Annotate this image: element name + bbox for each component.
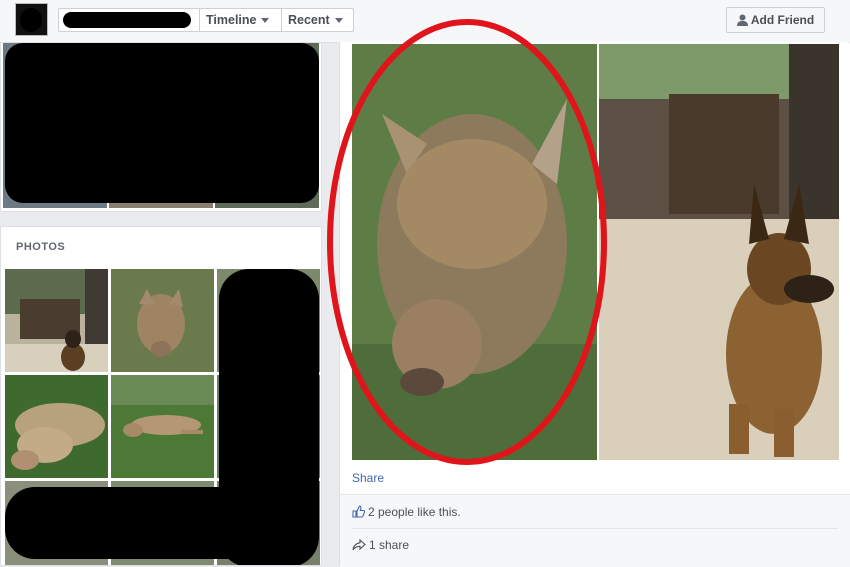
thumbs-up-icon [352, 505, 366, 518]
share-link[interactable]: Share [352, 471, 384, 485]
profile-thumbnail[interactable] [15, 3, 48, 36]
photo-thumbnail[interactable] [111, 375, 214, 478]
name-redaction [63, 12, 191, 28]
photos-redaction [5, 487, 305, 559]
post-photo-dog[interactable] [599, 44, 839, 460]
timeline-label: Timeline [206, 13, 257, 27]
wolf-head-photo [111, 269, 214, 372]
timeline-dropdown[interactable]: Timeline [199, 9, 281, 31]
chevron-down-icon [334, 18, 343, 24]
profile-redaction [20, 8, 42, 32]
person-add-icon [736, 14, 748, 26]
wolf-on-grass-photo [111, 375, 214, 478]
dead-wolf-photo [5, 375, 108, 478]
likes-text: 2 people like this. [368, 505, 461, 519]
add-friend-label: Add Friend [750, 13, 815, 27]
wolf-closeup-image [352, 44, 597, 460]
photo-thumbnail[interactable] [111, 269, 214, 372]
german-shepherd-image [599, 44, 839, 460]
friends-panel [0, 42, 322, 212]
add-friend-button[interactable]: Add Friend [726, 7, 825, 33]
post-photo-wolf[interactable] [352, 44, 597, 460]
dog-yard-photo [5, 269, 108, 372]
recent-label: Recent [288, 13, 330, 27]
photos-panel: PHOTOS [0, 226, 322, 566]
photos-title: PHOTOS [16, 241, 66, 253]
likes-summary[interactable]: 2 people like this. [352, 505, 461, 519]
profile-nav-bar: Timeline Recent [58, 8, 354, 32]
chevron-down-icon [261, 18, 270, 24]
shares-summary[interactable]: 1 share [352, 538, 409, 552]
share-arrow-icon [352, 538, 366, 551]
recent-dropdown[interactable]: Recent [281, 9, 354, 31]
footer-divider [352, 528, 838, 529]
photo-thumbnail[interactable] [5, 375, 108, 478]
shares-text: 1 share [369, 538, 410, 552]
photo-thumbnail[interactable] [5, 269, 108, 372]
friends-redaction [5, 43, 319, 203]
